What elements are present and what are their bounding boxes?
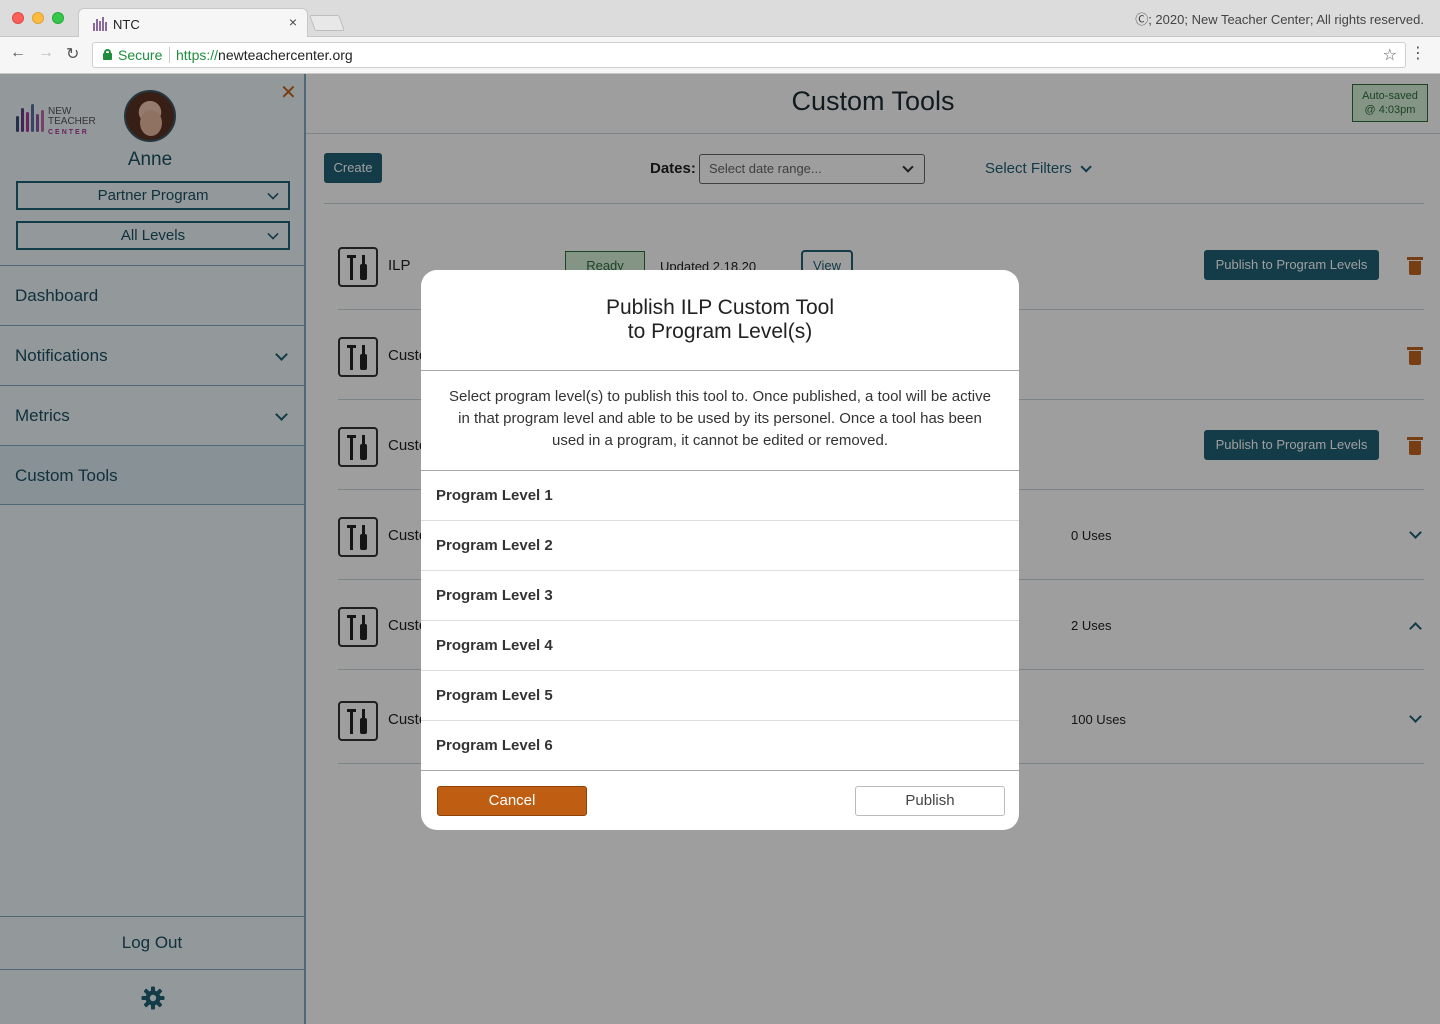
url-scheme: https:// <box>176 47 219 63</box>
maximize-window-button[interactable] <box>52 12 64 24</box>
secure-label: Secure <box>118 47 163 63</box>
lock-icon <box>103 49 112 60</box>
minimize-window-button[interactable] <box>32 12 44 24</box>
program-level-option[interactable]: Program Level 6 <box>421 721 1019 771</box>
url-text: https://newteachercenter.org <box>176 47 353 63</box>
publish-button[interactable]: Publish <box>855 786 1005 816</box>
program-level-option[interactable]: Program Level 1 <box>421 471 1019 521</box>
browser-toolbar: ← → ↻ Secure https://newteachercenter.or… <box>0 37 1440 74</box>
reload-icon[interactable]: ↻ <box>66 44 79 64</box>
bookmark-star-icon[interactable]: ☆ <box>1383 45 1397 65</box>
address-bar[interactable]: Secure https://newteachercenter.org ☆ <box>92 42 1406 68</box>
browser-tab-bar: NTC × Ⓒ; 2020; New Teacher Center; All r… <box>0 0 1440 38</box>
program-level-option[interactable]: Program Level 3 <box>421 571 1019 621</box>
publish-modal: Publish ILP Custom Tool to Program Level… <box>421 270 1019 830</box>
modal-description: Select program level(s) to publish this … <box>449 388 991 449</box>
copyright-text: Ⓒ; 2020; New Teacher Center; All rights … <box>1135 12 1424 27</box>
divider <box>421 370 1019 371</box>
back-arrow-icon[interactable]: ← <box>10 44 26 62</box>
program-level-option[interactable]: Program Level 4 <box>421 621 1019 671</box>
new-tab-button[interactable] <box>309 15 345 31</box>
cancel-button[interactable]: Cancel <box>437 786 587 816</box>
divider <box>421 770 1019 771</box>
url-divider <box>169 47 170 63</box>
modal-title-line1: Publish ILP Custom Tool <box>605 296 835 319</box>
modal-title: Publish ILP Custom Tool to Program Level… <box>421 296 1019 344</box>
browser-menu-icon[interactable]: ⋮ <box>1410 43 1426 63</box>
forward-arrow-icon[interactable]: → <box>38 44 54 62</box>
ntc-favicon-icon <box>93 17 107 31</box>
tab-close-icon[interactable]: × <box>289 14 297 30</box>
program-level-option[interactable]: Program Level 5 <box>421 671 1019 721</box>
close-window-button[interactable] <box>12 12 24 24</box>
modal-title-line2: to Program Level(s) <box>627 320 813 343</box>
url-host: newteachercenter.org <box>218 47 353 63</box>
program-level-option[interactable]: Program Level 2 <box>421 521 1019 571</box>
tab-title: NTC <box>113 17 140 32</box>
browser-tab[interactable]: NTC × <box>78 8 308 38</box>
